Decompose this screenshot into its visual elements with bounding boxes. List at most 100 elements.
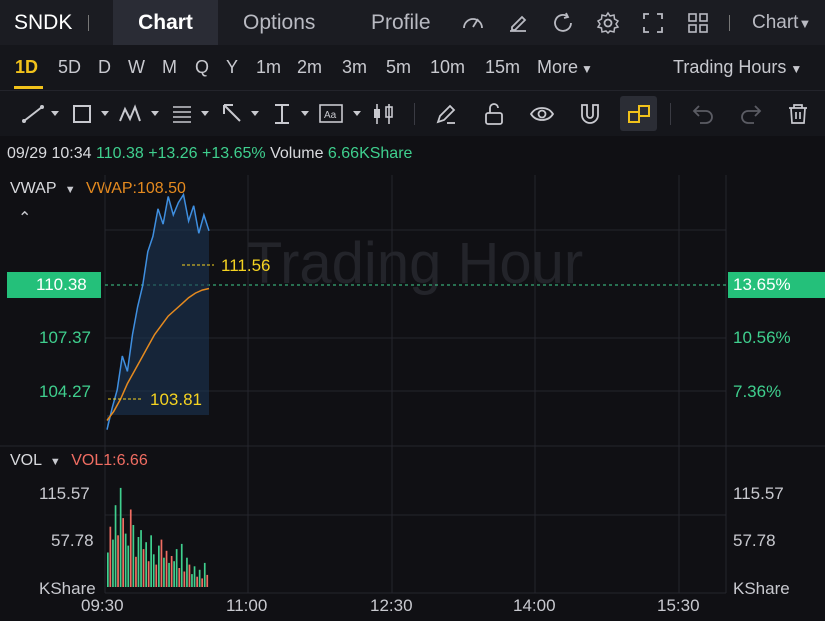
more-label: More xyxy=(537,57,579,77)
period-5m[interactable]: 5m xyxy=(386,45,411,90)
unlock-icon[interactable] xyxy=(481,101,507,127)
volume-bar xyxy=(135,556,137,587)
chart-area: Trading Hour 111.56 103.81 xyxy=(0,175,825,594)
edit-icon[interactable] xyxy=(506,11,530,35)
text-tool-icon[interactable]: Aa xyxy=(318,101,366,127)
symbol-label[interactable]: SNDK xyxy=(14,0,72,45)
volume-bar xyxy=(178,568,181,587)
volume-indicator-header: VOL ▼ VOL1:6.66 xyxy=(10,452,148,470)
active-period-underline xyxy=(14,86,43,89)
tab-options[interactable]: Options xyxy=(243,0,315,45)
volume-bar xyxy=(147,561,150,587)
fullscreen-icon[interactable] xyxy=(641,11,665,35)
volume-bar xyxy=(119,487,122,587)
period-q[interactable]: Q xyxy=(195,45,209,90)
volume-bars xyxy=(107,487,209,587)
pencil-icon[interactable] xyxy=(433,101,459,127)
watermark-text: Trading Hour xyxy=(247,231,583,296)
pattern-tool-icon[interactable] xyxy=(118,101,164,127)
rectangle-tool-icon[interactable] xyxy=(70,101,114,127)
chart-menu-label: Chart xyxy=(752,12,799,33)
trash-icon[interactable] xyxy=(785,101,811,127)
tab-profile[interactable]: Profile xyxy=(371,0,431,45)
measure-tool-icon[interactable] xyxy=(270,101,314,127)
chart-menu-button[interactable]: Chart▼ xyxy=(752,0,811,45)
volume-bar xyxy=(155,564,158,587)
redo-icon[interactable] xyxy=(738,101,764,127)
volume-bar xyxy=(170,556,173,587)
period-1d[interactable]: 1D xyxy=(15,45,38,90)
caret-down-icon: ▼ xyxy=(798,16,812,31)
drawing-toolbar: Aa xyxy=(0,90,825,136)
time-tick: 09:30 xyxy=(81,596,124,615)
period-5d[interactable]: 5D xyxy=(58,45,81,90)
time-tick: 15:30 xyxy=(657,596,700,615)
period-2m[interactable]: 2m xyxy=(297,45,322,90)
pct-tick-right: 7.36% xyxy=(733,382,782,401)
quote-price: 110.38 xyxy=(95,145,144,162)
volume-bar xyxy=(117,535,119,587)
volume-bar xyxy=(152,554,155,587)
caret-down-icon[interactable]: ▼ xyxy=(50,456,61,468)
trend-line-tool-icon[interactable] xyxy=(20,101,64,127)
period-15m[interactable]: 15m xyxy=(485,45,520,90)
volume-bar xyxy=(142,549,145,587)
volume-bar xyxy=(180,543,183,587)
period-bar: 1D 5D D W M Q Y 1m 2m 3m 5m 10m 15m More… xyxy=(0,45,825,90)
divider xyxy=(729,15,730,31)
fibonacci-tool-icon[interactable] xyxy=(170,101,214,127)
time-tick: 14:00 xyxy=(513,596,556,615)
volume-bar xyxy=(163,557,165,587)
undo-icon[interactable] xyxy=(690,101,716,127)
price-tick-left: 104.27 xyxy=(39,382,91,401)
volume-bar xyxy=(203,562,206,587)
volume-label: Volume xyxy=(270,145,324,162)
period-10m[interactable]: 10m xyxy=(430,45,465,90)
divider xyxy=(88,15,89,31)
layout-grid-icon[interactable] xyxy=(686,11,710,35)
volume-bar xyxy=(191,574,193,587)
volume-unit-right: KShare xyxy=(733,579,790,598)
period-w[interactable]: W xyxy=(128,45,145,90)
period-3m[interactable]: 3m xyxy=(342,45,367,90)
time-tick: 11:00 xyxy=(226,596,268,615)
volume-bar xyxy=(160,539,163,587)
volume-bar xyxy=(137,537,140,587)
volume-bar xyxy=(107,552,109,587)
tab-chart[interactable]: Chart xyxy=(113,0,218,45)
price-tick-left: 107.37 xyxy=(39,328,91,347)
quote-info: 09/29 10:34 110.38 +13.26 +13.65% Volume… xyxy=(7,145,412,163)
time-tick: 12:30 xyxy=(370,596,413,615)
gauge-icon[interactable] xyxy=(461,11,485,35)
volume-bar xyxy=(196,576,198,587)
trading-hours-label: Trading Hours xyxy=(673,57,787,77)
link-chart-icon[interactable] xyxy=(626,101,652,127)
caret-down-icon: ▼ xyxy=(790,62,803,76)
period-d[interactable]: D xyxy=(98,45,111,90)
quote-volume: 6.66KShare xyxy=(327,145,413,162)
svg-text:Aa: Aa xyxy=(324,110,337,121)
refresh-icon[interactable] xyxy=(551,11,575,35)
divider xyxy=(670,103,671,125)
top-bar: SNDK Chart Options Profile Chart▼ xyxy=(0,0,825,45)
pct-tick-right: 10.56% xyxy=(733,328,791,347)
arrow-tool-icon[interactable] xyxy=(220,101,264,127)
volume-bar xyxy=(127,545,130,587)
period-y[interactable]: Y xyxy=(226,45,238,90)
more-button[interactable]: More ▼ xyxy=(537,45,593,90)
volume-bar xyxy=(168,562,170,587)
period-1m[interactable]: 1m xyxy=(256,45,281,90)
quote-time: 09/29 10:34 xyxy=(7,145,92,162)
quote-change: +13.26 xyxy=(148,145,198,162)
trading-hours-button[interactable]: Trading Hours ▼ xyxy=(673,45,802,90)
volume-bar xyxy=(173,561,175,587)
period-m[interactable]: M xyxy=(162,45,177,90)
settings-icon[interactable] xyxy=(596,11,620,35)
candlestick-tool-icon[interactable] xyxy=(370,101,396,127)
volume-tick-left: 57.78 xyxy=(51,531,94,550)
eye-icon[interactable] xyxy=(529,101,555,127)
volume-bar xyxy=(206,574,209,587)
volume-bar xyxy=(140,530,142,587)
volume-indicator-name[interactable]: VOL xyxy=(10,452,41,469)
magnet-icon[interactable] xyxy=(577,101,603,127)
